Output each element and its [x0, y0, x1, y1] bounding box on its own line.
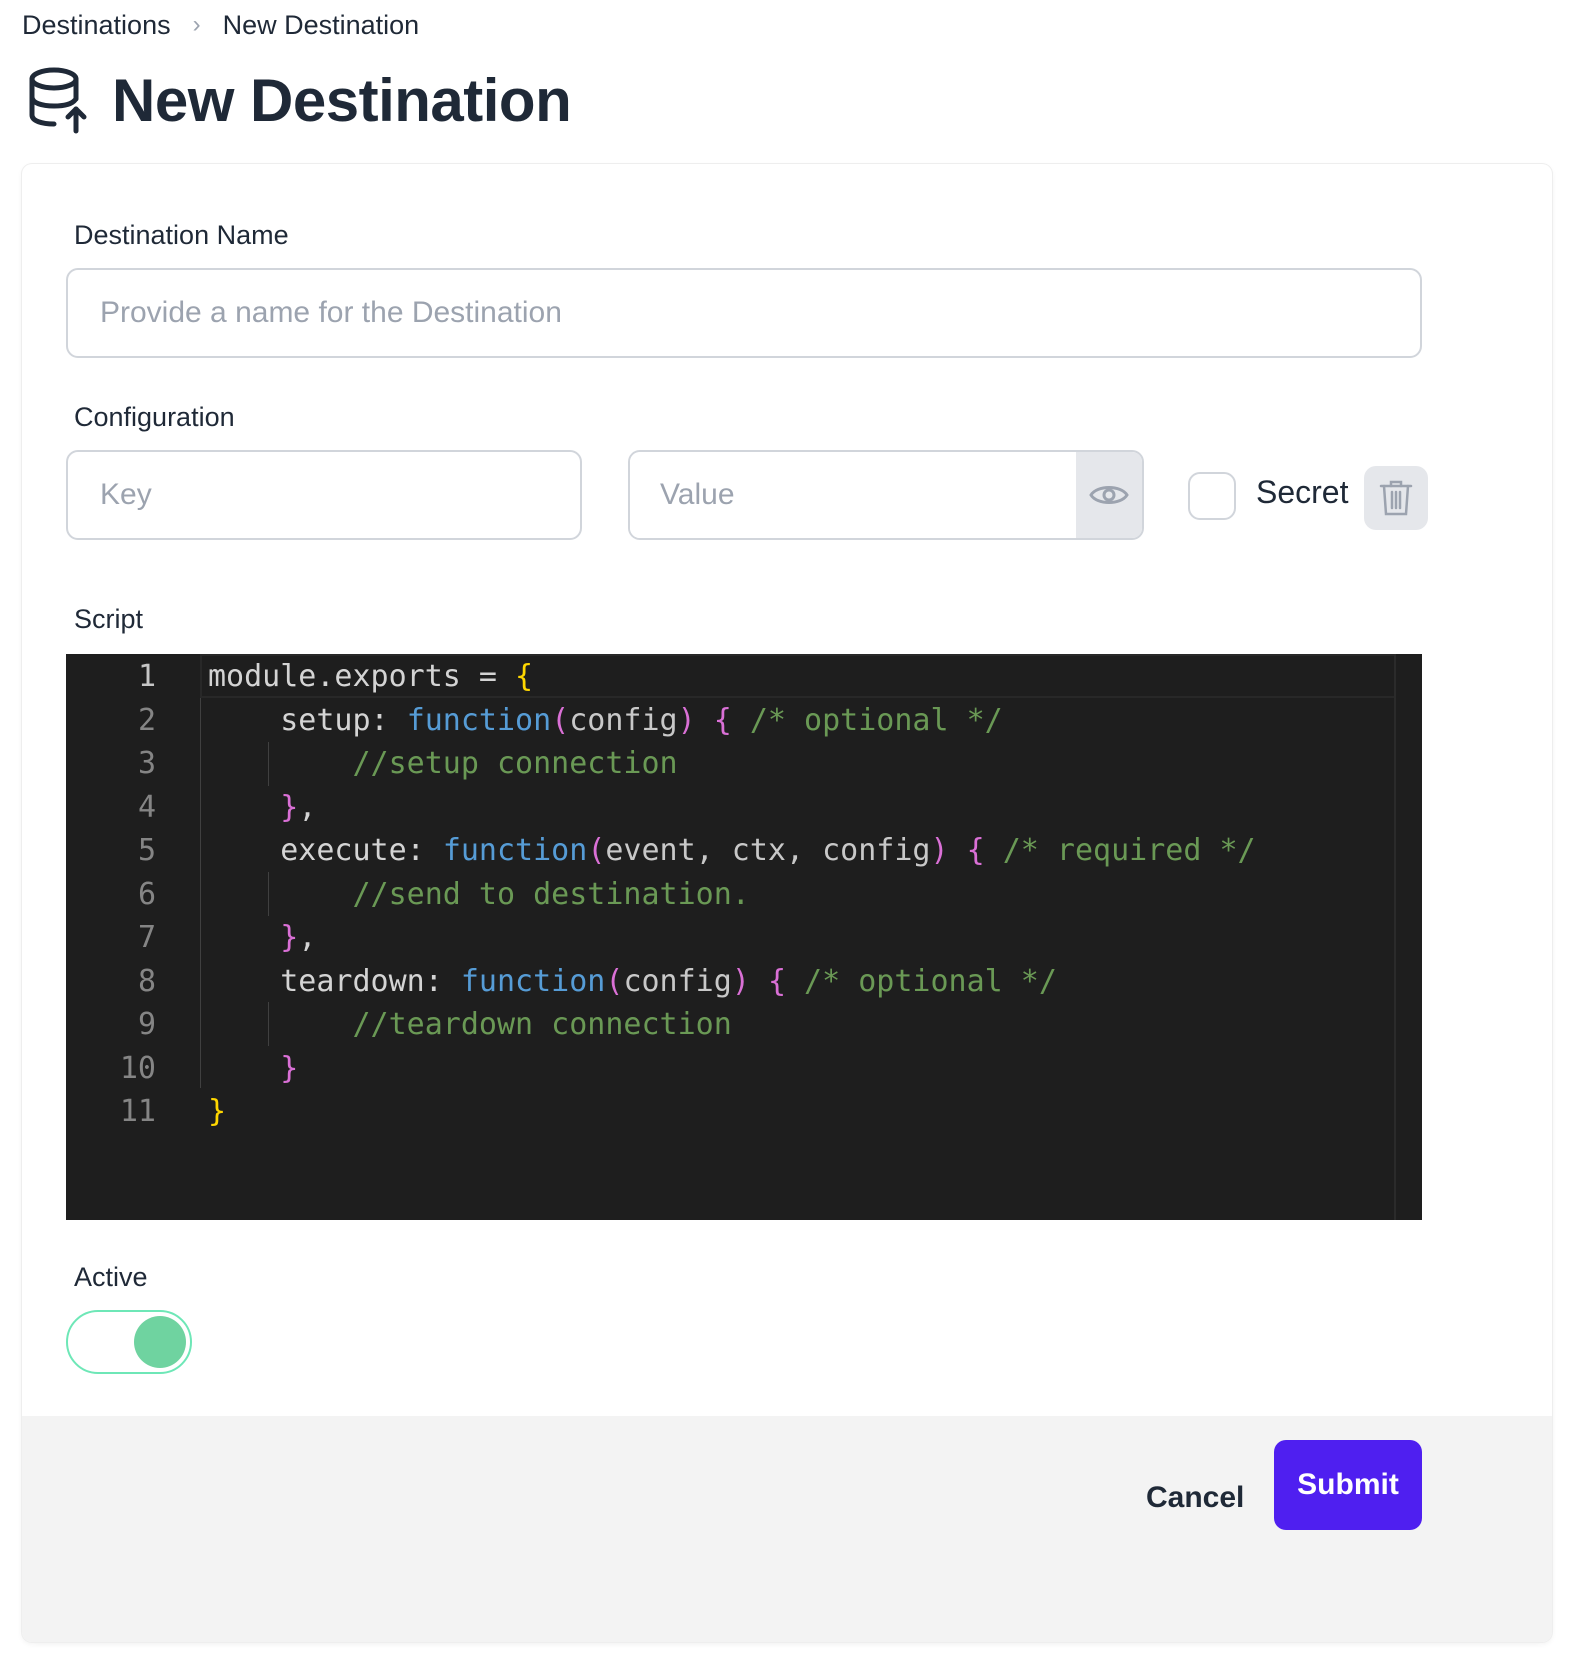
code-text: teardown: function(config) { /* optional… [208, 959, 1057, 1005]
breadcrumb-current: New Destination [222, 9, 420, 40]
code-line: 1 module.exports = { [66, 654, 1422, 700]
code-token: ) [731, 963, 750, 999]
secret-label: Secret [1256, 474, 1349, 510]
code-line: 4 }, [66, 785, 1422, 831]
line-number: 5 [137, 833, 156, 868]
code-token: } [280, 920, 299, 955]
code-token: ( [551, 702, 570, 738]
code-token: /* optional */ [731, 702, 1003, 738]
line-number: 7 [137, 920, 156, 955]
code-text: setup: function(config) { /* optional */ [208, 698, 1003, 744]
code-text: }, [208, 785, 316, 831]
code-line: 3 //setup connection [66, 741, 1422, 787]
code-token: /* optional */ [786, 963, 1057, 999]
active-toggle[interactable] [66, 1310, 192, 1374]
code-line: 8 teardown: function(config) { /* option… [66, 959, 1422, 1005]
code-token: function [442, 833, 588, 868]
line-number: 10 [119, 1050, 156, 1086]
line-number: 3 [137, 746, 156, 781]
line-number: 4 [137, 789, 156, 825]
code-token: { [713, 702, 732, 738]
page-title: New Destination [112, 66, 572, 134]
code-token: } [280, 789, 299, 825]
eye-icon [1089, 486, 1129, 504]
code-text: //send to destination. [208, 872, 750, 918]
form-footer: Cancel Submit [22, 1416, 1552, 1642]
script-label: Script [74, 604, 144, 634]
code-text: //teardown connection [208, 1002, 732, 1048]
code-token: ( [587, 833, 606, 868]
database-upload-icon [29, 67, 87, 134]
toggle-visibility-button[interactable] [1076, 452, 1142, 538]
code-line: 9 //teardown connection [66, 1002, 1422, 1048]
chevron-right-icon: › [192, 11, 201, 38]
secret-checkbox[interactable] [1188, 472, 1236, 520]
code-line: 10 } [66, 1046, 1422, 1092]
destination-form-card: Destination Name Configuration Secret Sc… [22, 164, 1552, 1642]
configuration-label: Configuration [74, 402, 235, 432]
line-number: 11 [119, 1094, 156, 1129]
code-line: 11} [66, 1089, 1422, 1135]
code-token: { [767, 963, 786, 999]
code-token: { [515, 659, 534, 694]
code-text: } [208, 1089, 226, 1135]
code-token: { [966, 833, 985, 868]
code-token: config [623, 963, 732, 999]
code-token: } [208, 1094, 227, 1129]
line-number: 9 [137, 1007, 156, 1042]
script-editor[interactable]: 1 module.exports = {2 setup: function(con… [66, 654, 1422, 1220]
line-number: 1 [137, 659, 156, 694]
code-text: //setup connection [208, 741, 678, 787]
code-text: }, [208, 915, 316, 961]
line-number: 8 [137, 963, 156, 999]
code-token: function [460, 963, 606, 999]
code-token: //setup connection [208, 746, 678, 781]
page-header: New Destination [26, 60, 572, 140]
code-token: teardown: [208, 963, 461, 999]
code-token: /* required */ [984, 833, 1256, 868]
submit-button[interactable]: Submit [1274, 1440, 1422, 1530]
code-token: ( [605, 963, 624, 999]
config-value-input[interactable] [630, 452, 1076, 538]
code-line: 7 }, [66, 915, 1422, 961]
code-token: //send to destination. [208, 876, 750, 912]
code-line: 2 setup: function(config) { /* optional … [66, 698, 1422, 744]
code-token: , [298, 789, 317, 825]
line-number: 6 [137, 876, 156, 912]
code-token: } [280, 1050, 299, 1086]
code-token: execute: [208, 833, 443, 868]
delete-config-button[interactable] [1364, 466, 1428, 530]
config-key-input[interactable] [66, 450, 582, 540]
code-token: function [406, 702, 552, 738]
destination-name-label: Destination Name [74, 220, 289, 250]
code-text: execute: function(event, ctx, config) { … [208, 828, 1256, 874]
code-line: 5 execute: function(event, ctx, config) … [66, 828, 1422, 874]
code-token: event, ctx, config [605, 833, 931, 868]
toggle-knob [134, 1316, 186, 1368]
line-number: 2 [137, 702, 156, 738]
code-token: config [569, 702, 678, 738]
active-label: Active [74, 1262, 148, 1292]
code-token: //teardown connection [208, 1007, 732, 1042]
destination-name-input[interactable] [66, 268, 1422, 358]
code-token: , [298, 920, 317, 955]
code-token: setup: [208, 702, 407, 738]
code-token: ) [677, 702, 696, 738]
breadcrumb-destinations-link[interactable]: Destinations [22, 10, 171, 41]
breadcrumb: Destinations › New Destination [22, 8, 419, 42]
code-text: module.exports = { [208, 654, 533, 700]
code-text: } [208, 1046, 298, 1092]
code-token: ) [930, 833, 949, 868]
config-value-field [628, 450, 1144, 540]
cancel-button[interactable]: Cancel [1146, 1466, 1244, 1530]
code-line: 6 //send to destination. [66, 872, 1422, 918]
code-token: module.exports = [208, 659, 516, 694]
trash-icon [1379, 480, 1413, 516]
